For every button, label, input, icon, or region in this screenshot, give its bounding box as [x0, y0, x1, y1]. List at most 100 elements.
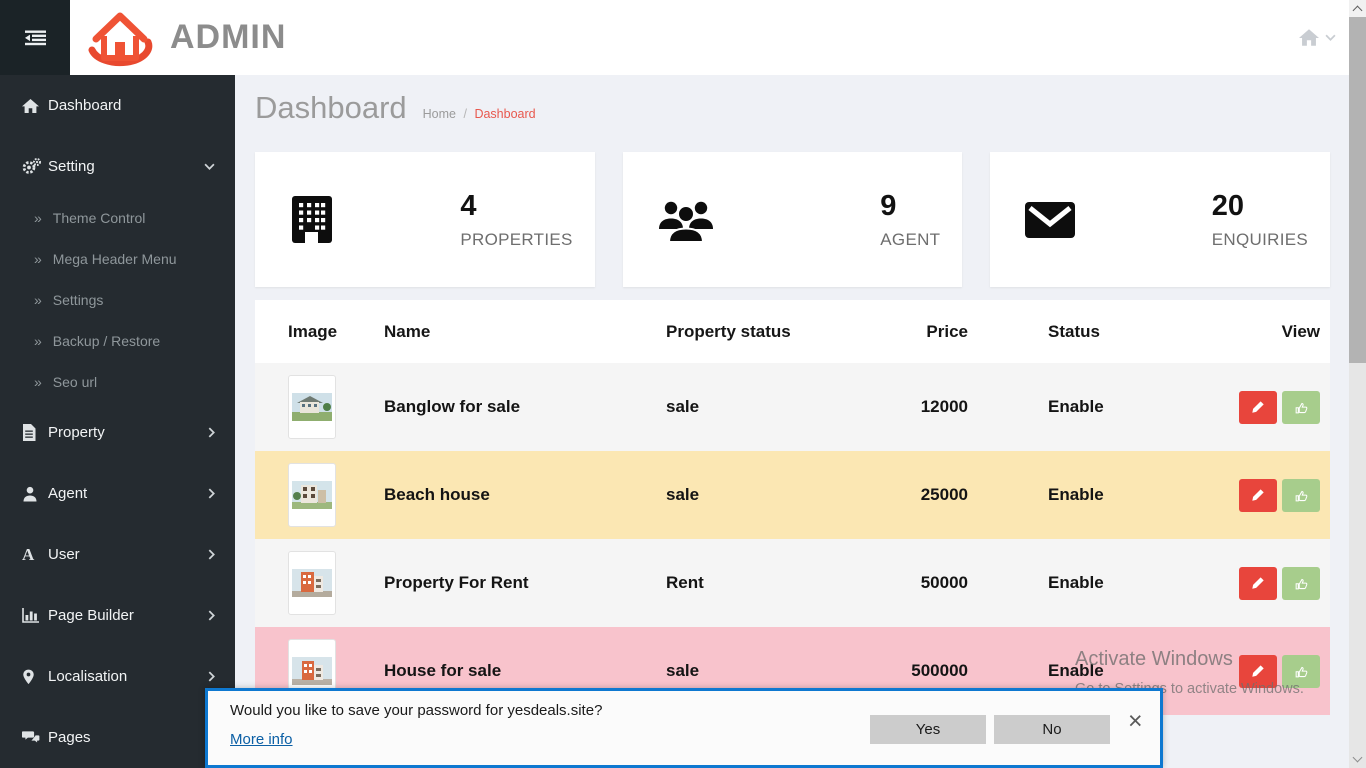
pencil-icon — [1251, 400, 1265, 414]
house-logo-icon — [82, 6, 160, 70]
edit-button[interactable] — [1239, 655, 1277, 688]
breadcrumb-home-link[interactable]: Home — [423, 107, 456, 121]
stat-card-text: 4 PROPERTIES — [460, 190, 572, 250]
user-icon — [22, 486, 48, 502]
breadcrumb: Home / Dashboard — [423, 107, 536, 121]
bar-chart-icon — [22, 608, 48, 623]
envelope-icon — [1025, 201, 1075, 239]
column-header-image: Image — [255, 322, 384, 342]
property-photo — [292, 657, 332, 685]
no-button[interactable]: No — [994, 715, 1110, 744]
cell-property-status: Rent — [666, 573, 818, 593]
stat-label: PROPERTIES — [460, 230, 572, 250]
chevron-down-icon — [1353, 753, 1363, 763]
stat-value: 9 — [880, 190, 940, 223]
cell-property-status: sale — [666, 661, 818, 681]
pencil-icon — [1251, 664, 1265, 678]
approve-button[interactable] — [1282, 479, 1320, 512]
approve-button[interactable] — [1282, 391, 1320, 424]
chevron-right-icon — [203, 610, 215, 621]
cell-name: House for sale — [384, 661, 666, 681]
angle-double-right-icon: » — [34, 210, 42, 226]
cell-view — [1188, 655, 1330, 688]
sidebar-item-agent[interactable]: Agent — [0, 463, 235, 524]
cell-image — [255, 551, 384, 615]
sidebar-subitem-backup-restore[interactable]: » Backup / Restore — [0, 320, 235, 361]
sidebar-item-label: Property — [48, 424, 203, 441]
close-icon[interactable]: × — [1128, 709, 1143, 734]
angle-double-right-icon: » — [34, 251, 42, 267]
thumbs-up-icon — [1294, 488, 1309, 503]
topbar-user-menu[interactable] — [1299, 0, 1336, 75]
sidebar-subitem-theme-control[interactable]: » Theme Control — [0, 197, 235, 238]
sidebar-item-page-builder[interactable]: Page Builder — [0, 585, 235, 646]
property-thumbnail — [288, 551, 336, 615]
sidebar-item-label: User — [48, 546, 203, 563]
angle-double-right-icon: » — [34, 374, 42, 390]
chevron-down-icon — [1325, 34, 1336, 41]
cell-status: Enable — [968, 573, 1188, 593]
font-icon: A — [22, 546, 48, 563]
page-title: Dashboard — [255, 90, 407, 126]
sidebar-item-localisation[interactable]: Localisation — [0, 646, 235, 707]
approve-button[interactable] — [1282, 655, 1320, 688]
stat-value: 4 — [460, 190, 572, 223]
gears-icon — [22, 158, 48, 175]
scrollbar-thumb[interactable] — [1349, 17, 1366, 363]
sidebar-item-setting[interactable]: Setting — [0, 136, 235, 197]
sidebar-toggle-button[interactable] — [0, 0, 70, 75]
edit-button[interactable] — [1239, 391, 1277, 424]
chevron-right-icon — [203, 488, 215, 499]
column-header-name: Name — [384, 322, 666, 342]
cell-status: Enable — [968, 485, 1188, 505]
sidebar-item-label: Dashboard — [48, 97, 215, 114]
scrollbar-down-button[interactable] — [1349, 751, 1366, 768]
cell-image — [255, 375, 384, 439]
column-header-price: Price — [818, 322, 968, 342]
sidebar-subitem-mega-header-menu[interactable]: » Mega Header Menu — [0, 238, 235, 279]
sidebar-item-label: Setting — [48, 158, 203, 175]
scrollbar-up-button[interactable] — [1349, 0, 1366, 17]
sidebar-item-label: Localisation — [48, 668, 203, 685]
outdent-icon — [25, 30, 46, 46]
property-thumbnail — [288, 375, 336, 439]
property-photo — [292, 481, 332, 509]
column-header-view: View — [1188, 322, 1330, 342]
thumbs-up-icon — [1294, 664, 1309, 679]
building-icon — [290, 195, 334, 245]
edit-button[interactable] — [1239, 567, 1277, 600]
brand-logo[interactable]: ADMIN — [82, 0, 286, 75]
sidebar-submenu-setting: » Theme Control » Mega Header Menu » Set… — [0, 197, 235, 402]
yes-button[interactable]: Yes — [870, 715, 986, 744]
cell-view — [1188, 567, 1330, 600]
page-header: Dashboard Home / Dashboard — [255, 90, 1330, 152]
chevron-right-icon — [203, 427, 215, 438]
cell-price: 500000 — [818, 661, 968, 681]
approve-button[interactable] — [1282, 567, 1320, 600]
cell-price: 50000 — [818, 573, 968, 593]
edit-button[interactable] — [1239, 479, 1277, 512]
stat-card-properties: 4 PROPERTIES — [255, 152, 595, 287]
sidebar-item-property[interactable]: Property — [0, 402, 235, 463]
save-password-dialog: Would you like to save your password for… — [205, 688, 1163, 768]
sidebar-item-dashboard[interactable]: Dashboard — [0, 75, 235, 136]
sidebar-subitem-settings[interactable]: » Settings — [0, 279, 235, 320]
sidebar-item-user[interactable]: A User — [0, 524, 235, 585]
breadcrumb-separator: / — [463, 107, 466, 121]
table-row: Beach house sale 25000 Enable — [255, 451, 1330, 539]
cell-image — [255, 463, 384, 527]
sidebar-item-pages[interactable]: Pages — [0, 707, 235, 768]
sidebar-subitem-label: Settings — [53, 292, 104, 308]
table-row: Property For Rent Rent 50000 Enable — [255, 539, 1330, 627]
cell-name: Beach house — [384, 485, 666, 505]
more-info-link[interactable]: More info — [230, 731, 293, 748]
sidebar-subitem-label: Backup / Restore — [53, 333, 160, 349]
chevron-up-icon — [1353, 6, 1363, 16]
admin-dashboard-app: ADMIN Dashboard — [0, 0, 1366, 768]
pencil-icon — [1251, 576, 1265, 590]
sidebar: Dashboard Setting » Theme Control — [0, 75, 235, 768]
chevron-right-icon — [203, 671, 215, 682]
stat-value: 20 — [1212, 190, 1308, 223]
vertical-scrollbar[interactable] — [1349, 0, 1366, 768]
sidebar-subitem-seo-url[interactable]: » Seo url — [0, 361, 235, 402]
